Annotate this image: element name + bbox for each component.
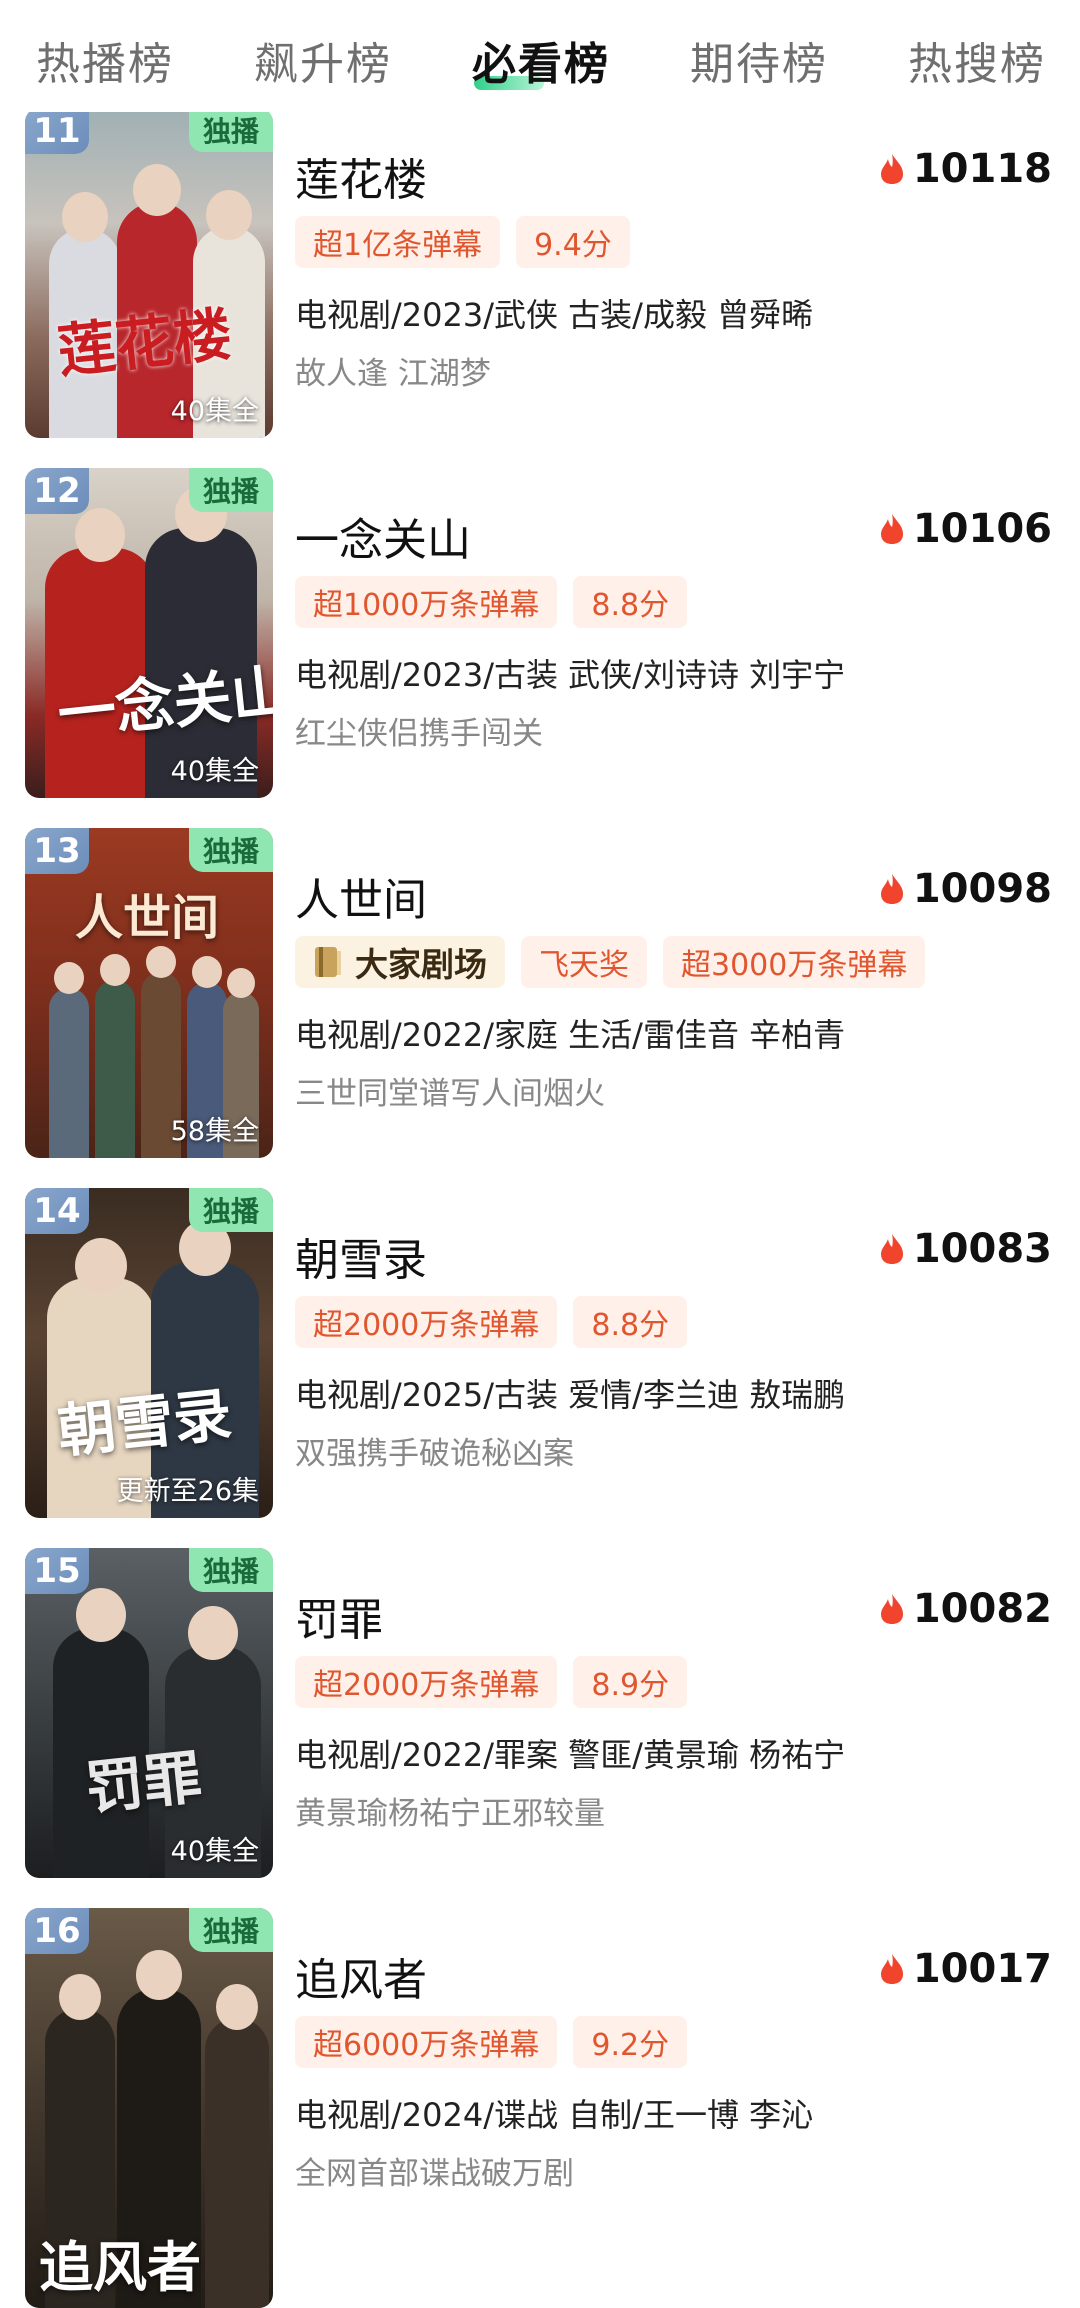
poster[interactable]: 15 独播 罚罪 40集全 — [25, 1548, 273, 1878]
show-meta: 电视剧/2023/古装 武侠/刘诗诗 刘宇宁 — [295, 656, 846, 694]
show-title[interactable]: 人世间 — [295, 864, 427, 928]
danmaku-tag: 超6000万条弹幕 — [295, 2016, 558, 2068]
flame-icon — [880, 1594, 903, 1624]
flame-icon — [880, 514, 903, 544]
show-meta: 电视剧/2025/古装 爱情/李兰迪 敖瑞鹏 — [295, 1376, 846, 1414]
show-title[interactable]: 追风者 — [295, 1944, 427, 2008]
heat-value: 10098 — [912, 866, 1052, 912]
poster[interactable]: 12 独播 一念关山 40集全 — [25, 468, 273, 798]
show-meta: 电视剧/2022/家庭 生活/雷佳音 辛柏青 — [295, 1016, 846, 1054]
show-title[interactable]: 朝雪录 — [295, 1224, 427, 1288]
show-meta: 电视剧/2023/武侠 古装/成毅 曾舜晞 — [295, 296, 814, 334]
rank-badge: 15 — [25, 1548, 89, 1594]
exclusive-badge: 独播 — [188, 1908, 273, 1952]
heat-score: 10106 — [879, 506, 1052, 552]
rank-badge: 14 — [25, 1188, 89, 1234]
poster[interactable]: 11 独播 莲花楼 40集全 — [25, 108, 273, 438]
danmaku-tag: 超1000万条弹幕 — [295, 576, 558, 628]
brand-tag-label: 大家剧场 — [355, 945, 487, 984]
exclusive-badge: 独播 — [188, 828, 273, 872]
exclusive-badge: 独播 — [188, 1548, 273, 1592]
show-description: 故人逢 江湖梦 — [295, 356, 491, 392]
score-tag: 8.9分 — [573, 1656, 688, 1708]
score-tag: 9.4分 — [516, 216, 630, 268]
show-title[interactable]: 罚罪 — [295, 1584, 383, 1648]
heat-value: 10083 — [912, 1226, 1052, 1272]
episode-count: 40集全 — [170, 756, 259, 787]
list-item[interactable]: 13 独播 人世间 58集全 人世间 10098 大家剧场 飞天奖 超3000万… — [0, 828, 1080, 1192]
heat-value: 10118 — [912, 146, 1052, 192]
score-tag: 8.8分 — [573, 1296, 688, 1348]
tab-must-watch[interactable]: 必看榜 — [472, 28, 610, 92]
heat-score: 10098 — [879, 866, 1052, 912]
flame-icon — [880, 1234, 903, 1264]
tag-row: 大家剧场 飞天奖 超3000万条弹幕 — [295, 936, 926, 988]
show-meta: 电视剧/2024/谍战 自制/王一博 李沁 — [295, 2096, 814, 2134]
score-tag: 9.2分 — [573, 2016, 688, 2068]
danmaku-tag: 超1亿条弹幕 — [295, 216, 501, 268]
poster-title-art: 追风者 — [39, 2235, 201, 2299]
poster-title-art: 人世间 — [75, 890, 220, 946]
poster[interactable]: 13 独播 人世间 58集全 — [25, 828, 273, 1158]
danmaku-tag: 超2000万条弹幕 — [295, 1296, 558, 1348]
tag-row: 超1000万条弹幕 8.8分 — [295, 576, 688, 628]
show-description: 三世同堂谱写人间烟火 — [295, 1076, 605, 1112]
award-tag: 飞天奖 — [521, 936, 647, 988]
episode-count: 更新至26集 — [116, 1476, 259, 1507]
heat-score: 10118 — [879, 146, 1052, 192]
show-title[interactable]: 一念关山 — [295, 504, 471, 568]
flame-icon — [880, 154, 903, 184]
heat-score: 10082 — [879, 1586, 1052, 1632]
tab-hot-play[interactable]: 热播榜 — [36, 28, 174, 92]
show-description: 红尘侠侣携手闯关 — [295, 716, 543, 752]
show-meta: 电视剧/2022/罪案 警匪/黄景瑜 杨祐宁 — [295, 1736, 846, 1774]
heat-score: 10017 — [879, 1946, 1052, 1992]
flame-icon — [880, 874, 903, 904]
show-description: 全网首部谍战破万剧 — [295, 2156, 574, 2192]
episode-count: 40集全 — [170, 396, 259, 427]
list-item[interactable]: 11 独播 莲花楼 40集全 莲花楼 10118 超1亿条弹幕 9.4分 电视剧… — [0, 108, 1080, 472]
rank-badge: 13 — [25, 828, 89, 874]
danmaku-tag: 超3000万条弹幕 — [663, 936, 926, 988]
score-tag: 8.8分 — [573, 576, 688, 628]
heat-value: 10082 — [912, 1586, 1052, 1632]
exclusive-badge: 独播 — [188, 468, 273, 512]
tab-hot-search[interactable]: 热搜榜 — [908, 28, 1046, 92]
list-item[interactable]: 15 独播 罚罪 40集全 罚罪 10082 超2000万条弹幕 8.9分 电视… — [0, 1548, 1080, 1912]
danmaku-tag: 超2000万条弹幕 — [295, 1656, 558, 1708]
rank-badge: 11 — [25, 108, 89, 154]
show-title[interactable]: 莲花楼 — [295, 144, 427, 208]
tab-rising[interactable]: 飙升榜 — [254, 28, 392, 92]
list-item[interactable]: 14 独播 朝雪录 更新至26集 朝雪录 10083 超2000万条弹幕 8.8… — [0, 1188, 1080, 1552]
episode-count: 58集全 — [170, 1116, 259, 1147]
tag-row: 超2000万条弹幕 8.8分 — [295, 1296, 688, 1348]
episode-count: 40集全 — [170, 1836, 259, 1867]
heat-score: 10083 — [879, 1226, 1052, 1272]
show-description: 双强携手破诡秘凶案 — [295, 1436, 574, 1472]
show-description: 黄景瑜杨祐宁正邪较量 — [295, 1796, 605, 1832]
tag-row: 超1亿条弹幕 9.4分 — [295, 216, 630, 268]
tag-row: 超2000万条弹幕 8.9分 — [295, 1656, 688, 1708]
exclusive-badge: 独播 — [188, 108, 273, 152]
flame-icon — [880, 1954, 903, 1984]
heat-value: 10017 — [912, 1946, 1052, 1992]
tag-row: 超6000万条弹幕 9.2分 — [295, 2016, 688, 2068]
rank-badge: 16 — [25, 1908, 89, 1954]
list-item[interactable]: 16 独播 追风者 追风者 10017 超6000万条弹幕 9.2分 电视剧/2… — [0, 1908, 1080, 2308]
rank-badge: 12 — [25, 468, 89, 514]
poster-title-art: 罚罪 — [82, 1743, 205, 1823]
book-icon — [315, 947, 341, 977]
list-item[interactable]: 12 独播 一念关山 40集全 一念关山 10106 超1000万条弹幕 8.8… — [0, 468, 1080, 832]
heat-value: 10106 — [912, 506, 1052, 552]
exclusive-badge: 独播 — [188, 1188, 273, 1232]
poster[interactable]: 16 独播 追风者 — [25, 1908, 273, 2308]
brand-tag: 大家剧场 — [295, 936, 505, 988]
tab-anticipated[interactable]: 期待榜 — [690, 28, 828, 92]
ranking-tab-bar: 热播榜 飙升榜 必看榜 期待榜 热搜榜 — [0, 0, 1080, 112]
poster[interactable]: 14 独播 朝雪录 更新至26集 — [25, 1188, 273, 1518]
